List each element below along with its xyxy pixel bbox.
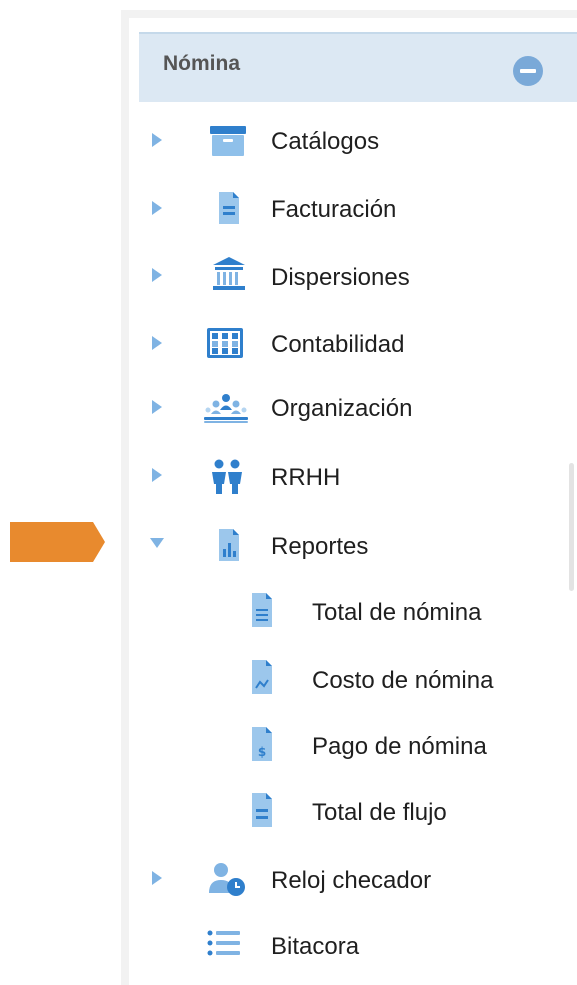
expand-arrow-icon[interactable]	[152, 201, 162, 215]
submenu-item-label: Pago de nómina	[312, 733, 487, 760]
collapse-minus-icon[interactable]	[513, 56, 543, 86]
organization-people-icon	[204, 394, 248, 423]
people-couple-icon	[212, 459, 242, 494]
menu-item-organizacion[interactable]: Organización	[139, 384, 569, 434]
submenu-item-label: Total de flujo	[312, 799, 447, 826]
menu-item-catalogos[interactable]: Catálogos	[139, 117, 569, 167]
expand-arrow-icon[interactable]	[152, 336, 162, 350]
submenu-item-total-de-flujo[interactable]: Total de flujo	[239, 787, 569, 837]
document-dollar-icon: $	[252, 727, 272, 761]
abacus-calculator-icon	[207, 328, 243, 358]
menu-item-label: Organización	[271, 395, 413, 422]
submenu-item-costo-de-nomina[interactable]: Costo de nómina	[239, 654, 569, 704]
menu-item-label: Reportes	[271, 533, 369, 560]
scrollbar-thumb[interactable]	[569, 463, 574, 591]
svg-text:$: $	[258, 745, 266, 759]
invoice-document-icon	[219, 192, 239, 224]
collapse-arrow-icon[interactable]	[150, 538, 164, 548]
expand-arrow-icon[interactable]	[152, 468, 162, 482]
pointer-arrow-icon	[10, 522, 105, 562]
menu-item-label: Facturación	[271, 196, 397, 223]
expand-arrow-icon[interactable]	[152, 400, 162, 414]
section-header-nomina[interactable]: Nómina	[139, 32, 577, 102]
menu-item-label: Reloj checador	[271, 867, 432, 894]
section-title: Nómina	[163, 52, 241, 75]
list-bullets-icon	[207, 930, 240, 956]
submenu-item-pago-de-nomina[interactable]: $ Pago de nómina	[239, 721, 569, 771]
submenu-item-label: Costo de nómina	[312, 667, 494, 694]
submenu-item-total-de-nomina[interactable]: Total de nómina	[239, 587, 569, 637]
report-chart-document-icon	[219, 529, 239, 561]
document-chart-icon	[252, 660, 272, 694]
menu-item-label: RRHH	[271, 464, 341, 491]
document-lines-icon	[252, 593, 272, 627]
bank-building-icon	[213, 257, 245, 290]
menu-item-label: Dispersiones	[271, 264, 410, 291]
archive-box-icon	[210, 126, 246, 156]
menu-item-dispersiones[interactable]: Dispersiones	[139, 252, 569, 302]
expand-arrow-icon[interactable]	[152, 268, 162, 282]
menu-item-bitacora[interactable]: Bitacora	[139, 921, 569, 971]
menu-item-facturacion[interactable]: Facturación	[139, 185, 569, 235]
document-total-icon	[252, 793, 272, 827]
menu-item-reportes[interactable]: Reportes	[139, 520, 569, 570]
submenu-item-label: Total de nómina	[312, 599, 482, 626]
menu-item-label: Catálogos	[271, 128, 380, 155]
user-clock-icon	[209, 863, 245, 896]
menu-item-label: Bitacora	[271, 933, 360, 960]
menu-item-reloj-checador[interactable]: Reloj checador	[139, 855, 569, 905]
expand-arrow-icon[interactable]	[152, 871, 162, 885]
menu-item-rrhh[interactable]: RRHH	[139, 452, 569, 502]
menu-item-label: Contabilidad	[271, 331, 405, 358]
expand-arrow-icon[interactable]	[152, 133, 162, 147]
menu-item-contabilidad[interactable]: Contabilidad	[139, 320, 569, 370]
